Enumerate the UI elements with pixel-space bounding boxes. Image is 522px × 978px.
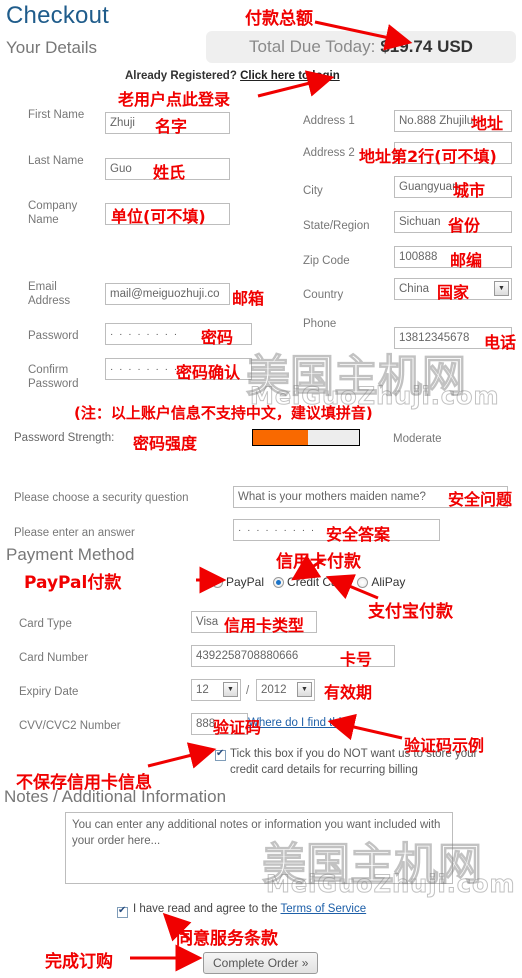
watermark-cn-1: 美国主机网 bbox=[246, 351, 467, 403]
radio-credit-card-label: Credit Card bbox=[287, 575, 349, 589]
complete-order-button[interactable]: Complete Order » bbox=[203, 952, 319, 974]
annotation-confirm: 密码确认 bbox=[176, 363, 241, 382]
city-label: City bbox=[303, 185, 323, 197]
annotation-company: 单位(可不填) bbox=[111, 207, 206, 226]
annotation-state: 省份 bbox=[448, 216, 481, 235]
address1-label: Address 1 bbox=[303, 115, 355, 127]
expiry-month-value: 12 bbox=[196, 684, 209, 696]
expiry-year-select[interactable]: 2012 ▼ bbox=[256, 679, 315, 701]
radio-paypal[interactable] bbox=[212, 576, 223, 588]
total-due-label: Total Due Today: bbox=[249, 37, 376, 56]
tos-row: I have read and agree to the Terms of Se… bbox=[133, 903, 366, 915]
annotation-card-type: 信用卡类型 bbox=[224, 616, 305, 635]
already-registered: Already Registered? Click here to login bbox=[125, 70, 340, 82]
annotation-last-name: 姓氏 bbox=[153, 163, 186, 182]
annotation-credit-card: 信用卡付款 bbox=[276, 552, 361, 572]
tos-text: I have read and agree to the bbox=[133, 903, 278, 915]
tos-checkbox-wrap[interactable] bbox=[117, 904, 128, 922]
payment-method-radios: PayPal Credit Card AliPay bbox=[212, 575, 412, 589]
chevron-down-icon: ▼ bbox=[297, 682, 312, 697]
address2-label: Address 2 bbox=[303, 147, 355, 159]
payment-method-heading: Payment Method bbox=[6, 545, 135, 564]
password-strength-bar bbox=[252, 429, 360, 446]
already-registered-text: Already Registered? bbox=[125, 70, 237, 82]
confirm-password-label: Confirm Password bbox=[28, 364, 79, 390]
annotation-paypal: PayPal付款 bbox=[24, 573, 122, 593]
checkout-page: Checkout Your Details Total Due Today: $… bbox=[0, 0, 522, 978]
annotation-complete: 完成订购 bbox=[45, 952, 113, 972]
annotation-alipay: 支付宝付款 bbox=[368, 602, 453, 622]
password-strength-value: Moderate bbox=[393, 433, 442, 445]
page-title: Checkout bbox=[6, 2, 109, 29]
password-label: Password bbox=[28, 330, 79, 342]
annotation-phone: 电话 bbox=[484, 333, 517, 352]
cvv-label: CVV/CVC2 Number bbox=[19, 720, 121, 732]
card-type-value: Visa bbox=[196, 616, 219, 628]
no-store-checkbox-wrap[interactable] bbox=[215, 747, 226, 765]
radio-credit-card[interactable] bbox=[273, 576, 285, 588]
tos-checkbox[interactable] bbox=[117, 905, 128, 918]
email-input[interactable]: mail@meiguozhuji.co bbox=[105, 283, 230, 305]
total-due-box: Total Due Today: $19.74 USD bbox=[206, 31, 516, 63]
password-strength-fill bbox=[253, 430, 309, 445]
annotation-pw-strength: 密码强度 bbox=[133, 434, 198, 453]
last-name-label: Last Name bbox=[28, 155, 84, 167]
annotation-card-number: 卡号 bbox=[340, 650, 373, 669]
security-question-value: What is your mothers maiden name? bbox=[238, 491, 426, 503]
annotation-no-store: 不保存信用卡信息 bbox=[16, 773, 152, 793]
card-type-label: Card Type bbox=[19, 618, 72, 630]
annotation-country: 国家 bbox=[437, 283, 470, 302]
annotation-cvv-example: 验证码示例 bbox=[404, 736, 485, 755]
expiry-month-select[interactable]: 12 ▼ bbox=[191, 679, 241, 701]
your-details-heading: Your Details bbox=[6, 38, 98, 57]
annotation-address1: 地址 bbox=[471, 114, 504, 133]
annotation-expiry: 有效期 bbox=[324, 683, 373, 702]
login-link[interactable]: Click here to login bbox=[240, 70, 340, 82]
annotation-agree-tos: 同意服务条款 bbox=[176, 929, 278, 949]
annotation-city: 城市 bbox=[453, 181, 486, 200]
chevron-down-icon: ▼ bbox=[494, 281, 509, 296]
country-label: Country bbox=[303, 289, 344, 301]
annotation-password: 密码 bbox=[201, 328, 234, 347]
security-answer-label: Please enter an answer bbox=[14, 527, 135, 539]
radio-alipay-label: AliPay bbox=[371, 575, 406, 589]
expiry-separator: / bbox=[246, 685, 250, 697]
radio-paypal-label: PayPal bbox=[226, 575, 265, 589]
country-select-value: China bbox=[399, 283, 430, 295]
annotation-pinyin-note: (注：以上账户信息不支持中文，建议填拼音) bbox=[74, 404, 373, 422]
chevron-down-icon: ▼ bbox=[223, 682, 238, 697]
total-due-amount: $19.74 USD bbox=[380, 37, 473, 56]
annotation-address2: 地址第2行(可不填) bbox=[359, 147, 497, 166]
annotation-total: 付款总额 bbox=[245, 9, 313, 29]
state-label: State/Region bbox=[303, 220, 370, 232]
company-name-label: Company Name bbox=[28, 200, 78, 226]
expiry-date-label: Expiry Date bbox=[19, 686, 79, 698]
annotation-email: 邮箱 bbox=[232, 289, 265, 308]
annotation-security-question: 安全问题 bbox=[448, 490, 513, 509]
zip-code-label: Zip Code bbox=[303, 255, 350, 267]
phone-label: Phone bbox=[303, 318, 337, 330]
annotation-security-answer: 安全答案 bbox=[326, 525, 391, 544]
expiry-year-value: 2012 bbox=[261, 684, 287, 696]
annotation-login: 老用户点此登录 bbox=[118, 90, 231, 109]
annotation-zip: 邮编 bbox=[450, 251, 483, 270]
radio-alipay[interactable] bbox=[357, 576, 369, 588]
first-name-label: First Name bbox=[28, 109, 85, 121]
cvv-help-link[interactable]: Where do I find this? bbox=[248, 717, 353, 729]
email-label: Email Address bbox=[28, 281, 71, 307]
notes-textarea[interactable]: You can enter any additional notes or in… bbox=[65, 812, 453, 884]
password-strength-label: Password Strength: bbox=[14, 432, 115, 444]
security-question-label: Please choose a security question bbox=[14, 492, 189, 504]
no-store-checkbox[interactable] bbox=[215, 748, 226, 761]
annotation-cvv: 验证码 bbox=[213, 718, 262, 737]
card-number-label: Card Number bbox=[19, 652, 89, 664]
terms-of-service-link[interactable]: Terms of Service bbox=[281, 903, 367, 915]
annotation-first-name: 名字 bbox=[155, 117, 188, 136]
